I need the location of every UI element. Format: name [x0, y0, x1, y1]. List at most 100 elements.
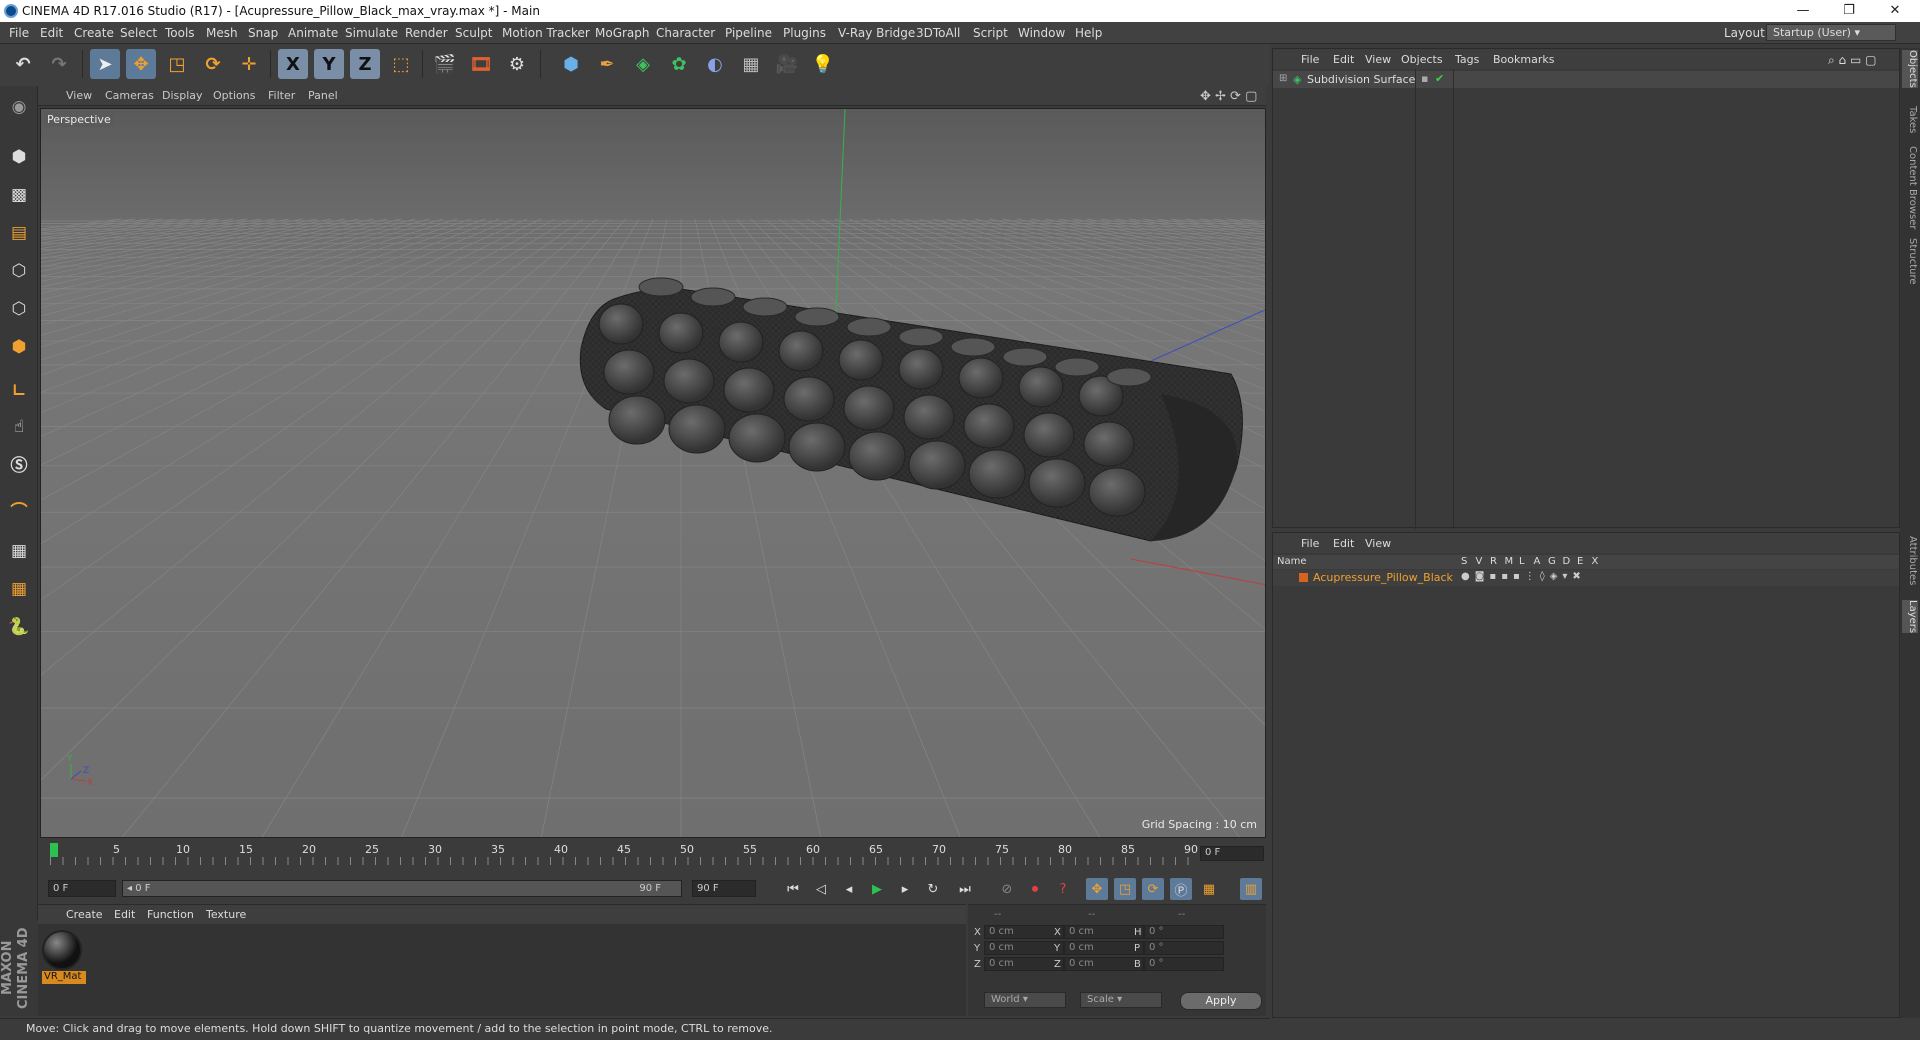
- coord-system-icon[interactable]: ⬚: [386, 49, 416, 79]
- points-mode-icon[interactable]: ⬡: [4, 256, 34, 286]
- material-menu-texture[interactable]: Texture: [206, 908, 246, 921]
- viewport-menu-view[interactable]: View: [66, 89, 92, 102]
- coord-value-field[interactable]: 0 cm: [984, 957, 1064, 971]
- redo-icon[interactable]: ↷: [44, 49, 74, 79]
- edges-mode-icon[interactable]: ⬡: [4, 294, 34, 324]
- layer-name[interactable]: Acupressure_Pillow_Black: [1313, 571, 1453, 584]
- menu-3dtoall[interactable]: 3DToAll: [916, 26, 960, 40]
- subdivision-icon[interactable]: ◈: [628, 49, 658, 79]
- record-keys-icon[interactable]: ⊘: [996, 878, 1018, 900]
- menu-tools[interactable]: Tools: [165, 26, 195, 40]
- autokey-icon[interactable]: ⏺: [1024, 878, 1046, 900]
- tab-attributes[interactable]: Attributes: [1902, 536, 1918, 585]
- play-icon[interactable]: ▶: [866, 878, 888, 900]
- object-manager-search-icon[interactable]: ⌕ ⌂ ▭ ▢: [1828, 53, 1876, 68]
- light-icon[interactable]: 💡: [808, 49, 838, 79]
- coord-value-field[interactable]: 0 cm: [1064, 957, 1144, 971]
- layer-flag-icons[interactable]: ●◙▪▪▪⋮◊◈▾✖: [1461, 571, 1586, 582]
- x-axis-icon[interactable]: X: [278, 49, 308, 79]
- key-pla-icon[interactable]: ▦: [1198, 878, 1220, 900]
- layer-col-m[interactable]: M: [1505, 556, 1514, 567]
- coord-value-field[interactable]: 0 °: [1144, 941, 1224, 955]
- python-icon[interactable]: 🐍: [4, 612, 34, 642]
- coord-value-field[interactable]: 0 °: [1144, 925, 1224, 939]
- 3d-viewport[interactable]: Y X Z Perspective Grid Spacing : 10 cm: [40, 108, 1266, 838]
- menu-snap[interactable]: Snap: [248, 26, 278, 40]
- menu-animate[interactable]: Animate: [288, 26, 338, 40]
- menu-motion-tracker[interactable]: Motion Tracker: [502, 26, 590, 40]
- apply-button[interactable]: Apply: [1180, 992, 1262, 1010]
- layout-dropdown[interactable]: Startup (User) ▾: [1766, 24, 1896, 41]
- viewport-camera-label[interactable]: Perspective: [44, 112, 114, 127]
- frame-range-slider[interactable]: ◂ 0 F 90 F: [122, 880, 682, 897]
- menu-simulate[interactable]: Simulate: [345, 26, 398, 40]
- tab-objects[interactable]: Objects: [1902, 50, 1918, 88]
- layer-col-e[interactable]: E: [1577, 556, 1583, 567]
- menu-character[interactable]: Character: [656, 26, 715, 40]
- close-button[interactable]: ✕: [1872, 0, 1918, 22]
- tab-takes[interactable]: Takes: [1902, 106, 1918, 133]
- coord-value-field[interactable]: 0 °: [1144, 957, 1224, 971]
- camera-icon[interactable]: 🎥: [772, 49, 802, 79]
- object-menu-view[interactable]: View: [1365, 53, 1391, 66]
- viewport-menu-cameras[interactable]: Cameras: [105, 89, 154, 102]
- axis-mode-icon[interactable]: ∟: [4, 376, 34, 406]
- viewport-menu-options[interactable]: Options: [213, 89, 255, 102]
- object-name[interactable]: Subdivision Surface: [1307, 73, 1415, 86]
- current-frame-field[interactable]: 0 F: [1200, 846, 1264, 861]
- scale-icon[interactable]: ◳: [162, 49, 192, 79]
- viewport-nav-icons[interactable]: ✥ ✢ ⟳ ▢: [1200, 89, 1257, 104]
- z-axis-icon[interactable]: Z: [350, 49, 380, 79]
- mograph-cloner-icon[interactable]: ✿: [664, 49, 694, 79]
- enabled-check-icon[interactable]: ✔: [1435, 72, 1444, 85]
- menu-plugins[interactable]: Plugins: [783, 26, 826, 40]
- layer-col-r[interactable]: R: [1490, 556, 1497, 567]
- object-menu-tags[interactable]: Tags: [1455, 53, 1479, 66]
- cube-icon[interactable]: ⬢: [556, 49, 586, 79]
- go-to-start-icon[interactable]: ⏮: [782, 878, 804, 900]
- key-position-icon[interactable]: ✥: [1086, 878, 1108, 900]
- coord-value-field[interactable]: 0 cm: [1064, 941, 1144, 955]
- coord-size-dropdown[interactable]: Scale ▾: [1080, 992, 1162, 1008]
- material-menu-edit[interactable]: Edit: [114, 908, 135, 921]
- layer-col-g[interactable]: G: [1548, 556, 1556, 567]
- layer-menu-edit[interactable]: Edit: [1333, 537, 1354, 550]
- workplane-mode-icon[interactable]: ▤: [4, 218, 34, 248]
- menu-script[interactable]: Script: [973, 26, 1008, 40]
- material-menu-function[interactable]: Function: [147, 908, 194, 921]
- timeline-playhead[interactable]: [50, 843, 58, 857]
- layer-col-l[interactable]: L: [1519, 556, 1525, 567]
- previous-frame-icon[interactable]: ◂: [838, 878, 860, 900]
- layer-col-d[interactable]: D: [1563, 556, 1571, 567]
- y-axis-icon[interactable]: Y: [314, 49, 344, 79]
- minimize-button[interactable]: —: [1780, 0, 1826, 22]
- loop-icon[interactable]: ↻: [922, 878, 944, 900]
- object-menu-bookmarks[interactable]: Bookmarks: [1493, 53, 1554, 66]
- layer-col-x[interactable]: X: [1592, 556, 1599, 567]
- tweak-mode-icon[interactable]: ☝: [4, 412, 34, 442]
- make-editable-icon[interactable]: ◉: [4, 92, 34, 122]
- lock-workplane-icon[interactable]: ▦: [4, 536, 34, 566]
- restore-button[interactable]: ❐: [1826, 0, 1872, 22]
- object-row-subdivision-surface[interactable]: ⊞ ◈ Subdivision Surface ▪ ✔: [1273, 71, 1899, 88]
- layer-color-swatch[interactable]: [1299, 573, 1308, 582]
- layer-col-s[interactable]: S: [1461, 556, 1467, 567]
- menu-sculpt[interactable]: Sculpt: [455, 26, 492, 40]
- coord-value-field[interactable]: 0 cm: [1064, 925, 1144, 939]
- menu-vray-bridge[interactable]: V-Ray Bridge: [838, 26, 915, 40]
- material-menu-create[interactable]: Create: [66, 908, 103, 921]
- key-parameter-icon[interactable]: Ⓟ: [1170, 878, 1192, 900]
- planar-workplane-icon[interactable]: ▦: [4, 574, 34, 604]
- previous-key-icon[interactable]: ◁: [810, 878, 832, 900]
- move-icon[interactable]: ✥: [126, 49, 156, 79]
- start-frame-field[interactable]: 0 F: [48, 880, 116, 897]
- tab-structure[interactable]: Structure: [1902, 238, 1918, 285]
- tab-content-browser[interactable]: Content Browser: [1902, 146, 1918, 229]
- undo-icon[interactable]: ↶: [8, 49, 38, 79]
- viewport-menu-filter[interactable]: Filter: [268, 89, 295, 102]
- render-view-icon[interactable]: 🎬: [430, 49, 460, 79]
- menu-window[interactable]: Window: [1018, 26, 1065, 40]
- render-settings-icon[interactable]: ⚙: [502, 49, 532, 79]
- menu-render[interactable]: Render: [405, 26, 448, 40]
- menu-select[interactable]: Select: [120, 26, 157, 40]
